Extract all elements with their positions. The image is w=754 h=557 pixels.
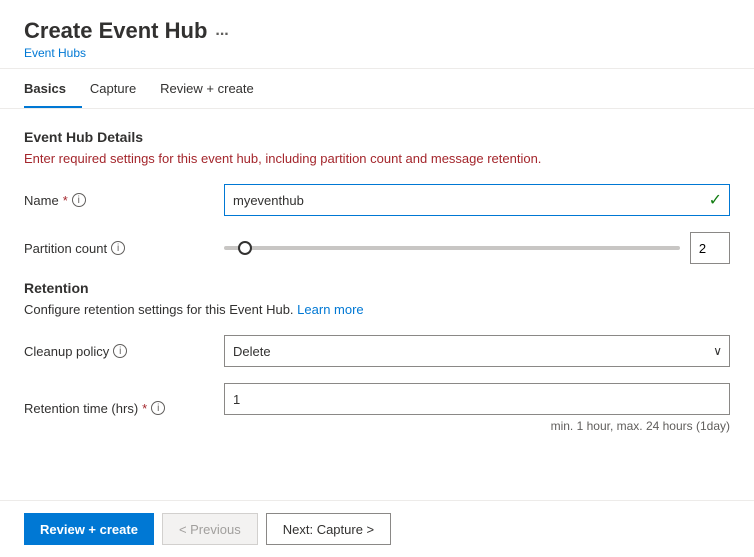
tabs-container: Basics Capture Review + create bbox=[0, 69, 754, 109]
page-title-text: Create Event Hub bbox=[24, 18, 207, 44]
tab-capture[interactable]: Capture bbox=[90, 69, 152, 108]
learn-more-link[interactable]: Learn more bbox=[297, 302, 363, 317]
next-capture-button[interactable]: Next: Capture > bbox=[266, 513, 391, 545]
partition-slider-container bbox=[224, 232, 730, 264]
details-section-desc: Enter required settings for this event h… bbox=[24, 151, 730, 166]
cleanup-policy-row: Cleanup policy i Delete Compact Compact … bbox=[24, 335, 730, 367]
review-create-button[interactable]: Review + create bbox=[24, 513, 154, 545]
name-input[interactable] bbox=[224, 184, 730, 216]
footer: Review + create < Previous Next: Capture… bbox=[0, 500, 754, 557]
name-info-icon[interactable]: i bbox=[72, 193, 86, 207]
page-subtitle: Event Hubs bbox=[24, 46, 730, 60]
retention-section: Retention Configure retention settings f… bbox=[24, 280, 730, 433]
partition-info-icon[interactable]: i bbox=[111, 241, 125, 255]
tab-review-create[interactable]: Review + create bbox=[160, 69, 270, 108]
retention-time-wrapper: min. 1 hour, max. 24 hours (1day) bbox=[224, 383, 730, 433]
name-field-row: Name * i ✓ bbox=[24, 184, 730, 216]
page-header: Create Event Hub ... Event Hubs bbox=[0, 0, 754, 69]
retention-time-row: Retention time (hrs) * i min. 1 hour, ma… bbox=[24, 383, 730, 433]
ellipsis-icon[interactable]: ... bbox=[215, 22, 228, 40]
page-title: Create Event Hub ... bbox=[24, 18, 730, 44]
partition-count-label: Partition count i bbox=[24, 241, 224, 256]
partition-count-row: Partition count i bbox=[24, 232, 730, 264]
tab-basics[interactable]: Basics bbox=[24, 69, 82, 108]
name-label: Name * i bbox=[24, 193, 224, 208]
name-required-star: * bbox=[63, 193, 68, 208]
partition-value-input[interactable] bbox=[690, 232, 730, 264]
cleanup-policy-label: Cleanup policy i bbox=[24, 344, 224, 359]
name-check-icon: ✓ bbox=[709, 190, 722, 210]
retention-time-input[interactable] bbox=[224, 383, 730, 415]
details-section-title: Event Hub Details bbox=[24, 129, 730, 145]
cleanup-policy-select[interactable]: Delete Compact Compact and Delete bbox=[224, 335, 730, 367]
retention-time-label: Retention time (hrs) * i bbox=[24, 401, 224, 416]
partition-slider[interactable] bbox=[224, 246, 680, 250]
cleanup-info-icon[interactable]: i bbox=[113, 344, 127, 358]
main-content: Event Hub Details Enter required setting… bbox=[0, 109, 754, 469]
retention-section-title: Retention bbox=[24, 280, 730, 296]
retention-info-icon[interactable]: i bbox=[151, 401, 165, 415]
cleanup-policy-wrapper: Delete Compact Compact and Delete ∨ bbox=[224, 335, 730, 367]
retention-required-star: * bbox=[142, 401, 147, 416]
retention-desc: Configure retention settings for this Ev… bbox=[24, 302, 730, 317]
previous-button[interactable]: < Previous bbox=[162, 513, 258, 545]
retention-hint: min. 1 hour, max. 24 hours (1day) bbox=[224, 419, 730, 433]
name-input-wrapper: ✓ bbox=[224, 184, 730, 216]
